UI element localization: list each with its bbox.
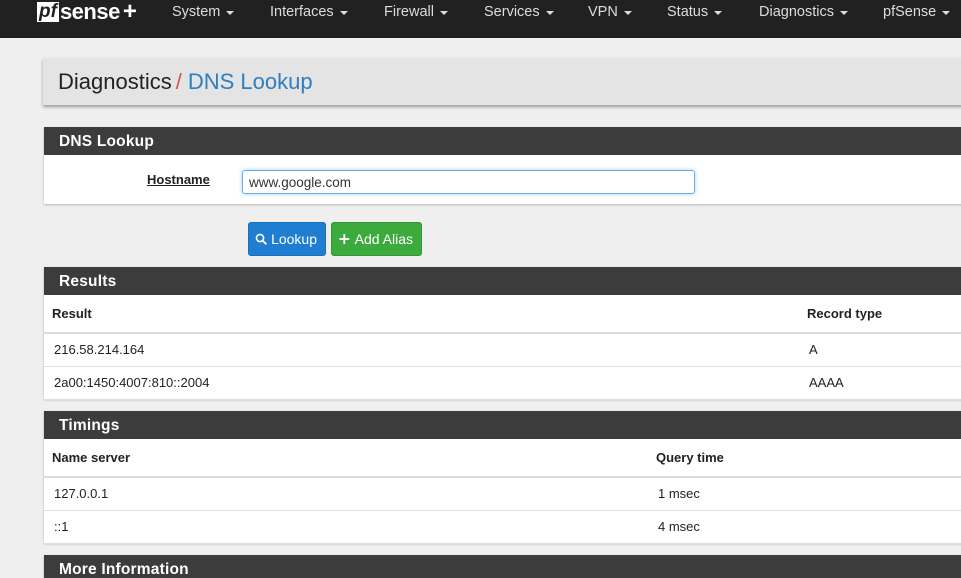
- logo-pf: pf: [37, 1, 59, 22]
- hostname-label: Hostname: [147, 172, 210, 187]
- timings-panel: Timings Name server Query time 127.0.0.1…: [44, 411, 961, 544]
- name-server-value: 127.0.0.1: [44, 477, 648, 511]
- table-row: 2a00:1450:4007:810::2004 AAAA: [44, 366, 961, 400]
- nav-menu-label: Status: [667, 4, 709, 20]
- breadcrumb-separator: /: [175, 69, 182, 94]
- nav-menu-label: pfSense: [883, 4, 937, 20]
- hostname-row: Hostname: [44, 155, 961, 204]
- name-server-value: ::1: [44, 510, 648, 544]
- panel-title: Results: [44, 267, 961, 295]
- dns-lookup-panel: DNS Lookup Hostname: [44, 127, 961, 204]
- column-header-query-time: Query time: [648, 439, 961, 478]
- panel-title: DNS Lookup: [44, 127, 961, 155]
- top-navbar: pf sense + System Interfaces Firewall Serv…: [0, 0, 961, 38]
- logo-plus: +: [122, 0, 137, 25]
- table-row: ::1 4 msec: [44, 510, 961, 544]
- panel-title: More Information: [44, 555, 961, 578]
- table-header-row: Result Record type: [44, 295, 961, 334]
- table-header-row: Name server Query time: [44, 439, 961, 478]
- plus-icon: [339, 234, 350, 244]
- caret-down-icon: [942, 10, 951, 15]
- more-information-panel: More Information: [44, 555, 961, 578]
- nav-menu-label: Firewall: [384, 4, 434, 20]
- caret-down-icon: [623, 10, 632, 15]
- results-panel: Results Result Record type 216.58.214.16…: [44, 267, 961, 400]
- timings-table: Name server Query time 127.0.0.1 1 msec …: [44, 439, 961, 544]
- caret-down-icon: [226, 10, 235, 15]
- breadcrumb-current-link[interactable]: DNS Lookup: [188, 69, 313, 94]
- logo-sense: sense: [59, 0, 120, 24]
- nav-menu-firewall[interactable]: Firewall: [384, 4, 448, 20]
- nav-menu-label: System: [172, 4, 221, 20]
- pfsense-logo[interactable]: pf sense +: [37, 0, 137, 25]
- result-value: 216.58.214.164: [44, 333, 799, 367]
- add-alias-button-label: Add Alias: [354, 231, 413, 247]
- column-header-name-server: Name server: [44, 439, 648, 478]
- lookup-button-label: Lookup: [271, 231, 317, 247]
- table-row: 216.58.214.164 A: [44, 333, 961, 367]
- caret-down-icon: [339, 10, 348, 15]
- hostname-input[interactable]: [242, 170, 695, 194]
- nav-menu-label: Services: [484, 4, 540, 20]
- breadcrumb-bar: Diagnostics / DNS Lookup: [43, 58, 961, 105]
- caret-down-icon: [545, 10, 554, 15]
- nav-menu-label: VPN: [588, 4, 618, 20]
- add-alias-button[interactable]: Add Alias: [331, 222, 422, 256]
- column-header-record-type: Record type: [799, 295, 961, 334]
- nav-menu-status[interactable]: Status: [667, 4, 723, 20]
- panel-title: Timings: [44, 411, 961, 439]
- nav-menu-interfaces[interactable]: Interfaces: [270, 4, 348, 20]
- results-table: Result Record type 216.58.214.164 A 2a00…: [44, 295, 961, 400]
- nav-menu-system[interactable]: System: [172, 4, 235, 20]
- nav-menu-diagnostics[interactable]: Diagnostics: [759, 4, 848, 20]
- table-row: 127.0.0.1 1 msec: [44, 477, 961, 511]
- nav-menu-vpn[interactable]: VPN: [588, 4, 632, 20]
- query-time-value: 1 msec: [648, 477, 961, 511]
- query-time-value: 4 msec: [648, 510, 961, 544]
- lookup-button[interactable]: Lookup: [248, 222, 326, 256]
- column-header-result: Result: [44, 295, 799, 334]
- breadcrumb: Diagnostics / DNS Lookup: [58, 69, 313, 95]
- caret-down-icon: [839, 10, 848, 15]
- nav-menu-services[interactable]: Services: [484, 4, 554, 20]
- breadcrumb-parent: Diagnostics: [58, 69, 172, 94]
- nav-menu-pfsense[interactable]: pfSense: [883, 4, 951, 20]
- caret-down-icon: [714, 10, 723, 15]
- nav-menu-label: Interfaces: [270, 4, 334, 20]
- record-type-value: A: [799, 333, 961, 367]
- record-type-value: AAAA: [799, 366, 961, 400]
- caret-down-icon: [439, 10, 448, 15]
- result-value: 2a00:1450:4007:810::2004: [44, 366, 799, 400]
- search-icon: [255, 233, 267, 245]
- nav-menu-label: Diagnostics: [759, 4, 834, 20]
